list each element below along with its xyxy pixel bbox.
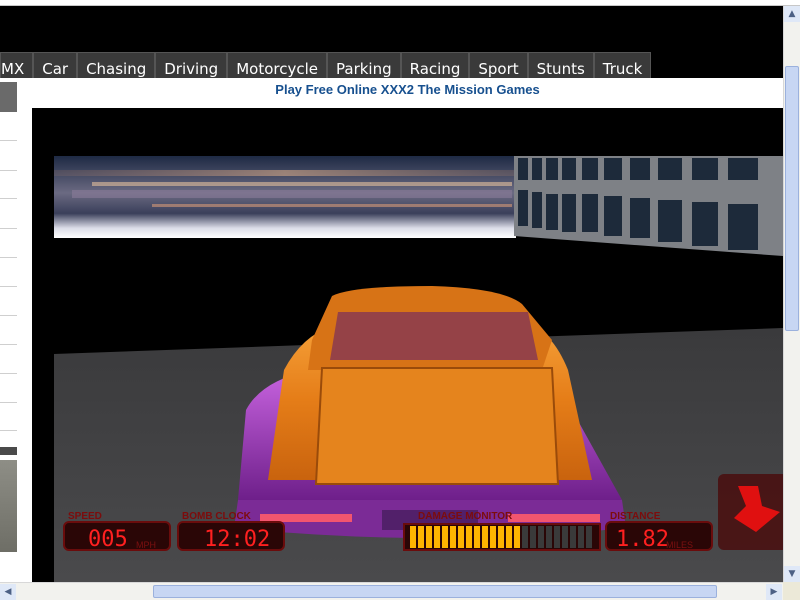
damage-monitor-label: DAMAGE MONITOR xyxy=(418,511,513,522)
bomb-clock-label: BOMB CLOCK xyxy=(182,511,252,522)
damage-bar-segment xyxy=(434,526,440,548)
scroll-right-arrow-icon[interactable]: ▶ xyxy=(766,584,782,600)
sidebar-divider xyxy=(0,344,17,345)
distance-value: 1.82 xyxy=(616,527,669,552)
damage-bar-segment xyxy=(450,526,456,548)
distance-label: DISTANCE xyxy=(610,511,661,522)
scroll-down-arrow-icon[interactable]: ▼ xyxy=(784,566,800,582)
distance-unit: MILES xyxy=(666,540,693,550)
damage-bar-segment xyxy=(570,526,576,548)
direction-arrow-icon xyxy=(718,474,783,550)
site-header: MX Car Chasing Driving Motorcycle Parkin… xyxy=(0,6,783,84)
damage-bar-segment xyxy=(538,526,544,548)
sidebar-divider xyxy=(0,315,17,316)
sidebar-divider xyxy=(0,198,17,199)
scrollbar-corner xyxy=(783,582,800,600)
damage-bar-segment xyxy=(586,526,592,548)
damage-bar-segment xyxy=(578,526,584,548)
sidebar-bar xyxy=(0,447,17,455)
damage-bar-segment xyxy=(546,526,552,548)
horizontal-scroll-thumb[interactable] xyxy=(153,585,717,598)
sidebar-divider xyxy=(0,170,17,171)
scroll-up-arrow-icon[interactable]: ▲ xyxy=(784,6,800,22)
left-sidebar xyxy=(0,82,17,552)
vertical-scrollbar[interactable]: ▲ ▼ xyxy=(783,6,800,582)
sidebar-divider xyxy=(0,257,17,258)
damage-bar-segment xyxy=(490,526,496,548)
damage-bar-segment xyxy=(466,526,472,548)
sky-panorama xyxy=(54,156,516,238)
bomb-clock-value: 12:02 xyxy=(204,527,270,552)
sidebar-divider xyxy=(0,140,17,141)
sidebar-divider xyxy=(0,402,17,403)
sidebar-thumbnail[interactable] xyxy=(0,460,17,552)
speed-value: 005 xyxy=(88,527,128,552)
damage-bar-segment xyxy=(554,526,560,548)
speed-unit: MPH xyxy=(136,540,156,550)
damage-bar-segment xyxy=(498,526,504,548)
horizontal-scrollbar[interactable]: ◀ ▶ xyxy=(0,582,783,600)
sidebar-divider xyxy=(0,430,17,431)
sidebar-header xyxy=(0,82,17,112)
damage-bar-segment xyxy=(410,526,416,548)
damage-bar-segment xyxy=(458,526,464,548)
damage-bar-segment xyxy=(474,526,480,548)
damage-bar-segment xyxy=(482,526,488,548)
vertical-scroll-thumb[interactable] xyxy=(785,66,799,331)
damage-bar-segment xyxy=(514,526,520,548)
damage-bar-segment xyxy=(418,526,424,548)
damage-bar-segment xyxy=(442,526,448,548)
damage-bar-segment xyxy=(530,526,536,548)
page-title: Play Free Online XXX2 The Mission Games xyxy=(275,82,540,97)
damage-bar-segment xyxy=(522,526,528,548)
damage-bar-segment xyxy=(562,526,568,548)
damage-bar-segment xyxy=(506,526,512,548)
sidebar-divider xyxy=(0,228,17,229)
speed-label: SPEED xyxy=(68,511,102,522)
scroll-left-arrow-icon[interactable]: ◀ xyxy=(0,584,16,600)
damage-bar-segment xyxy=(426,526,432,548)
sidebar-divider xyxy=(0,286,17,287)
game-scene[interactable]: SPEED 005 MPH BOMB CLOCK 12:02 DAMAGE MO… xyxy=(32,108,783,582)
game-embed[interactable]: SPEED 005 MPH BOMB CLOCK 12:02 DAMAGE MO… xyxy=(32,108,783,582)
sidebar-divider xyxy=(0,373,17,374)
